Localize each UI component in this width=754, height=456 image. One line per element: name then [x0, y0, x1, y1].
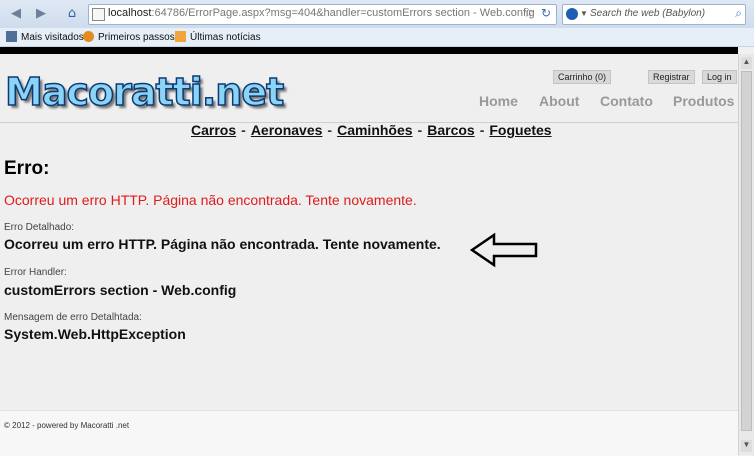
vertical-scrollbar[interactable]: ▲ ▼ — [738, 54, 754, 455]
menu-products[interactable]: Produtos — [673, 93, 734, 109]
reload-icon[interactable]: ↻ — [541, 6, 551, 20]
back-arrow-icon[interactable]: ◀ — [6, 4, 26, 24]
error-detail-label: Erro Detalhado: — [4, 222, 75, 233]
error-handler-value: customErrors section - Web.config — [4, 282, 237, 298]
menu-home[interactable]: Home — [479, 93, 518, 109]
babylon-logo-icon[interactable] — [566, 8, 578, 20]
url-host: localhost — [108, 7, 152, 19]
category-nav: Carros - Aeronaves - Caminhões - Barcos - Foguet… — [191, 122, 552, 138]
bookmarks-toolbar: Mais visitados Primeiros passos Últimas … — [0, 28, 754, 47]
browser-toolbar: ◀ ▶ ⌂ localhost:64786/ErrorPage.aspx?msg… — [0, 0, 754, 29]
chevron-down-icon[interactable]: ▼ — [580, 9, 588, 18]
error-message: Ocorreu um erro HTTP. Página não encontr… — [4, 192, 417, 208]
forward-arrow-icon[interactable]: ▶ — [31, 4, 51, 24]
bookmark-latest-news[interactable]: Últimas notícias — [175, 31, 261, 43]
login-link[interactable]: Log in — [702, 70, 737, 84]
menu-about[interactable]: About — [539, 93, 579, 109]
category-link-caminhoes[interactable]: Caminhões — [337, 122, 412, 138]
page-content: Macoratti.net Carrinho (0) Registrar Log… — [0, 54, 738, 456]
bookmark-label: Últimas notícias — [190, 32, 261, 43]
cart-link[interactable]: Carrinho (0) — [553, 70, 612, 84]
star-icon[interactable]: ☆ — [523, 6, 534, 20]
page-icon — [92, 8, 105, 21]
address-bar[interactable]: localhost:64786/ErrorPage.aspx?msg=404&h… — [88, 4, 557, 25]
exception-value: System.Web.HttpException — [4, 326, 186, 342]
category-separator: - — [479, 122, 485, 138]
site-footer: © 2012 - powered by Macoratti .net — [0, 410, 738, 456]
scroll-up-icon[interactable]: ▲ — [741, 57, 752, 69]
category-link-aeronaves[interactable]: Aeronaves — [251, 122, 323, 138]
register-link[interactable]: Registrar — [648, 70, 695, 84]
rss-icon — [175, 31, 186, 42]
firefox-icon — [83, 31, 94, 42]
scroll-down-icon[interactable]: ▼ — [741, 440, 752, 452]
header-top-bar — [0, 47, 738, 54]
site-logo[interactable]: Macoratti.net — [4, 69, 285, 115]
error-handler-label: Error Handler: — [4, 267, 67, 278]
category-separator: - — [417, 122, 423, 138]
category-link-foguetes[interactable]: Foguetes — [489, 122, 551, 138]
category-separator: - — [241, 122, 246, 138]
search-input[interactable]: Search the web (Babylon) — [590, 8, 705, 19]
search-bar[interactable]: ▼ Search the web (Babylon) ⌕ — [562, 4, 746, 25]
bookmark-folder-icon — [6, 31, 17, 42]
bookmark-label: Primeiros passos — [98, 32, 175, 43]
bookmark-label: Mais visitados — [21, 32, 84, 43]
magnifier-icon[interactable]: ⌕ — [735, 6, 742, 21]
exception-label: Mensagem de erro Detalhtada: — [4, 312, 142, 323]
url-path: :64786/ErrorPage.aspx?msg=404&handler=cu… — [151, 7, 535, 19]
category-separator: - — [327, 122, 333, 138]
bookmark-getting-started[interactable]: Primeiros passos — [83, 31, 175, 43]
bookmark-most-visited[interactable]: Mais visitados — [6, 31, 84, 43]
category-link-carros[interactable]: Carros — [191, 122, 236, 138]
menu-contact[interactable]: Contato — [600, 93, 653, 109]
category-link-barcos[interactable]: Barcos — [427, 122, 474, 138]
error-detail-value: Ocorreu um erro HTTP. Página não encontr… — [4, 236, 441, 252]
footer-copyright: © 2012 - powered by Macoratti .net — [4, 421, 130, 430]
scrollbar-thumb[interactable] — [741, 71, 752, 431]
error-title: Erro: — [4, 158, 50, 179]
home-icon[interactable]: ⌂ — [62, 4, 82, 24]
left-arrow-icon — [470, 232, 538, 268]
url-text[interactable]: localhost:64786/ErrorPage.aspx?msg=404&h… — [108, 7, 535, 19]
